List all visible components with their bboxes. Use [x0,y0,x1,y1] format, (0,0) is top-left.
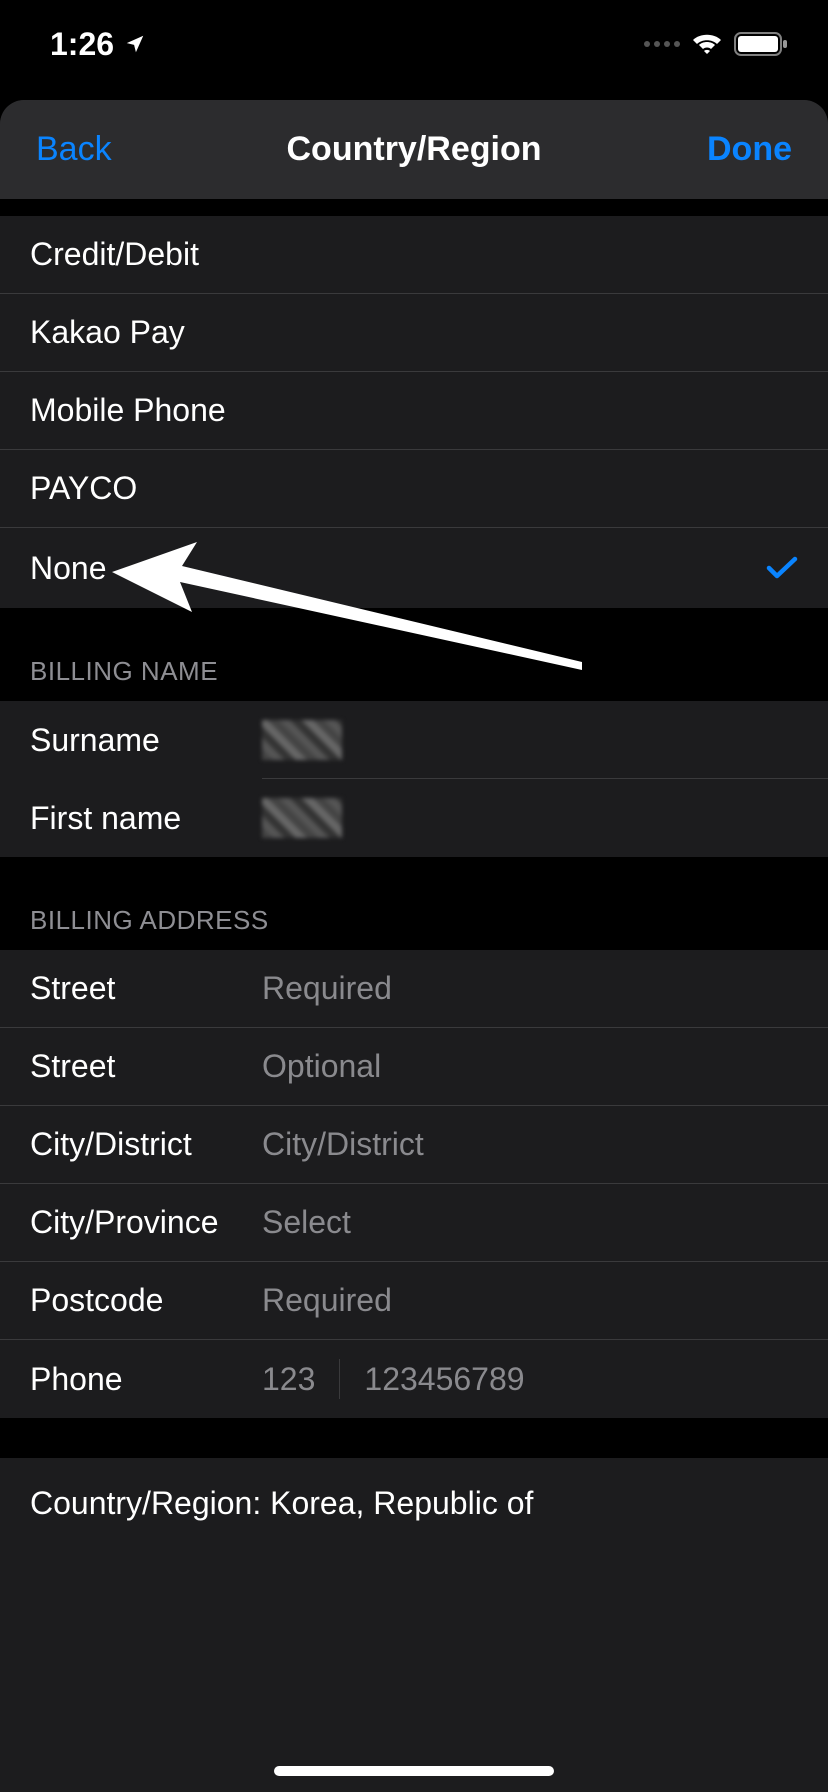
billing-name-group: Surname First name [0,701,828,857]
postcode-row[interactable]: Postcode Required [0,1262,828,1340]
payment-method-group: Credit/Debit Kakao Pay Mobile Phone PAYC… [0,216,828,608]
city-input[interactable]: City/District [262,1126,424,1163]
payment-option-label: Kakao Pay [30,314,185,351]
battery-icon [734,31,788,57]
phone-label: Phone [30,1361,262,1398]
city-row[interactable]: City/District City/District [0,1106,828,1184]
done-button[interactable]: Done [707,130,792,169]
payment-option-label: None [30,550,107,587]
province-label: City/Province [30,1204,262,1241]
surname-row[interactable]: Surname [0,701,828,779]
status-right [644,31,788,57]
modal-sheet: Back Country/Region Done Credit/Debit Ka… [0,100,828,1792]
payment-option-none[interactable]: None [0,528,828,608]
location-icon [124,33,146,55]
firstname-label: First name [30,800,262,837]
payment-option-payco[interactable]: PAYCO [0,450,828,528]
street1-row[interactable]: Street Required [0,950,828,1028]
firstname-value-redacted [262,798,342,838]
street2-row[interactable]: Street Optional [0,1028,828,1106]
province-row[interactable]: City/Province Select [0,1184,828,1262]
phone-divider [339,1359,340,1399]
payment-option-label: Mobile Phone [30,392,226,429]
wifi-icon [692,32,722,56]
payment-option-credit-debit[interactable]: Credit/Debit [0,216,828,294]
back-button[interactable]: Back [36,130,112,169]
surname-value-redacted [262,720,342,760]
phone-number-input[interactable]: 123456789 [364,1361,524,1398]
home-indicator[interactable] [274,1766,554,1776]
firstname-row[interactable]: First name [0,779,828,857]
billing-address-group: Street Required Street Optional City/Dis… [0,950,828,1418]
street1-label: Street [30,970,262,1007]
modal-body: Credit/Debit Kakao Pay Mobile Phone PAYC… [0,200,828,1548]
payment-option-kakao-pay[interactable]: Kakao Pay [0,294,828,372]
checkmark-icon [766,555,798,581]
billing-address-header: BILLING ADDRESS [0,857,828,950]
status-bar: 1:26 [0,0,828,88]
street2-input[interactable]: Optional [262,1048,381,1085]
payment-option-label: PAYCO [30,470,137,507]
province-select[interactable]: Select [262,1204,351,1241]
billing-name-header: BILLING NAME [0,608,828,701]
status-left: 1:26 [50,26,146,63]
surname-label: Surname [30,722,262,759]
cellular-icon [644,41,680,47]
status-time: 1:26 [50,26,114,63]
country-region-label: Country/Region: Korea, Republic of [30,1485,533,1522]
city-label: City/District [30,1126,262,1163]
street1-input[interactable]: Required [262,970,392,1007]
postcode-label: Postcode [30,1282,262,1319]
page-title: Country/Region [287,130,542,169]
payment-option-label: Credit/Debit [30,236,199,273]
phone-row[interactable]: Phone 123 123456789 [0,1340,828,1418]
phone-prefix-input[interactable]: 123 [262,1361,315,1398]
country-region-row[interactable]: Country/Region: Korea, Republic of [0,1458,828,1548]
modal-header: Back Country/Region Done [0,100,828,200]
street2-label: Street [30,1048,262,1085]
payment-option-mobile-phone[interactable]: Mobile Phone [0,372,828,450]
postcode-input[interactable]: Required [262,1282,392,1319]
